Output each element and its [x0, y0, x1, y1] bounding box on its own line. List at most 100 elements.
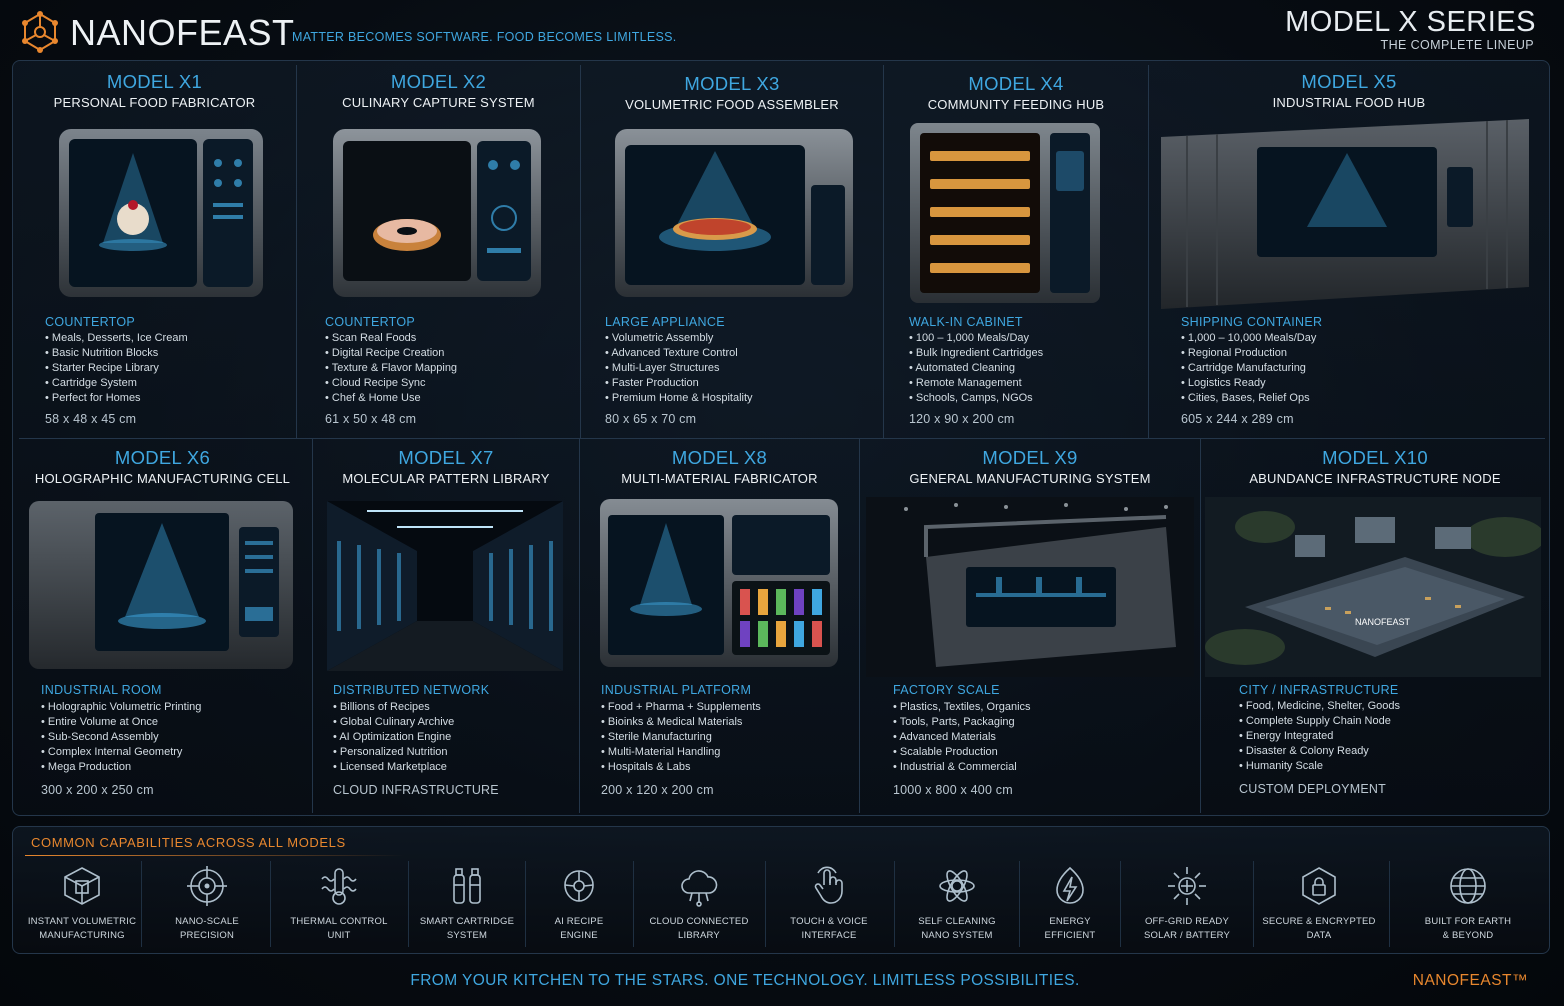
thermal-wave-icon	[321, 868, 357, 905]
model-dimensions: 80 x 65 x 70 cm	[605, 412, 697, 426]
precision-target-icon	[187, 866, 227, 906]
list-item: Cities, Bases, Relief Ops	[1181, 391, 1316, 406]
capability-label: AI RECIPE ENGINE	[554, 916, 604, 941]
feature-list: Scan Real Foods Digital Recipe Creation …	[325, 331, 457, 406]
nano-cleaning-icon	[939, 870, 975, 902]
capability-label: ENERGY EFFICIENT	[1044, 916, 1096, 941]
list-item: Entire Volume at Once	[41, 715, 201, 730]
footer-brand: NANOFEAST™	[1412, 972, 1528, 989]
capability-label: BUILT FOR EARTH & BEYOND	[1424, 916, 1512, 941]
model-title: MODEL X8	[671, 447, 768, 468]
list-item: AI Optimization Engine	[333, 730, 454, 745]
model-subtitle: CULINARY CAPTURE SYSTEM	[342, 95, 535, 110]
model-card-x5[interactable]: MODEL X5 INDUSTRIAL FOOD HUB SHIPPING CO…	[1149, 61, 1549, 438]
list-item: Digital Recipe Creation	[325, 346, 457, 361]
list-item: Mega Production	[41, 760, 201, 775]
list-item: 1,000 – 10,000 Meals/Day	[1181, 331, 1316, 346]
model-dimensions: CLOUD INFRASTRUCTURE	[333, 783, 499, 797]
list-item: Licensed Marketplace	[333, 760, 454, 775]
list-item: Advanced Texture Control	[605, 346, 753, 361]
model-dimensions: 605 x 244 x 289 cm	[1181, 412, 1294, 426]
walk-in-cabinet-trays-image	[910, 123, 1100, 303]
list-item: Complete Supply Chain Node	[1239, 714, 1400, 729]
feature-list: 1,000 – 10,000 Meals/Day Regional Produc…	[1181, 331, 1316, 406]
capability-label: INSTANT VOLUMETRIC MANUFACTURING	[27, 916, 137, 941]
model-card-x8[interactable]: MODEL X8 MULTI-MATERIAL FABRICATOR INDUS…	[580, 439, 859, 813]
list-item: Global Culinary Archive	[333, 715, 454, 730]
model-title: MODEL X4	[968, 73, 1064, 94]
capability-item[interactable]: INSTANT VOLUMETRIC MANUFACTURING	[21, 859, 143, 949]
server-corridor-image	[327, 501, 563, 671]
capability-item[interactable]: SECURE & ENCRYPTED DATA	[1254, 859, 1384, 949]
model-title: MODEL X9	[982, 447, 1078, 468]
list-item: Bulk Ingredient Cartridges	[909, 346, 1043, 361]
list-item: Scalable Production	[893, 745, 1031, 760]
model-dimensions: 61 x 50 x 48 cm	[325, 412, 417, 426]
large-appliance-pizza-image	[615, 129, 853, 297]
energy-bolt-icon	[1056, 866, 1084, 904]
capability-item[interactable]: OFF-GRID READY SOLAR / BATTERY	[1121, 859, 1253, 949]
list-item: Regional Production	[1181, 346, 1316, 361]
brand-name: NANOFEAST	[70, 12, 295, 53]
feature-list: Billions of Recipes Global Culinary Arch…	[333, 700, 454, 775]
model-subtitle: ABUNDANCE INFRASTRUCTURE NODE	[1249, 471, 1501, 486]
model-dimensions: 58 x 48 x 45 cm	[45, 412, 137, 426]
capability-item[interactable]: SELF CLEANING NANO SYSTEM	[895, 859, 1019, 949]
countertop-fabricator-sundae-image	[59, 129, 263, 297]
list-item: Premium Home & Hospitality	[605, 391, 753, 406]
model-subtitle: MULTI-MATERIAL FABRICATOR	[621, 471, 818, 486]
capability-item[interactable]: SMART CARTRIDGE SYSTEM	[409, 859, 525, 949]
capability-item[interactable]: BUILT FOR EARTH & BEYOND	[1390, 859, 1546, 949]
list-item: Volumetric Assembly	[605, 331, 753, 346]
model-card-x3[interactable]: MODEL X3 VOLUMETRIC FOOD ASSEMBLER LARGE…	[581, 61, 883, 438]
volumetric-cube-icon	[64, 867, 100, 905]
capability-item[interactable]: ENERGY EFFICIENT	[1020, 859, 1120, 949]
model-subtitle: MOLECULAR PATTERN LIBRARY	[342, 471, 550, 486]
model-category: COUNTERTOP	[45, 315, 136, 329]
list-item: Automated Cleaning	[909, 361, 1043, 376]
multi-material-fabricator-image	[600, 499, 838, 667]
list-item: Personalized Nutrition	[333, 745, 454, 760]
city-infrastructure-aerial-image: NANOFEAST	[1205, 497, 1541, 677]
model-card-x6[interactable]: MODEL X6 HOLOGRAPHIC MANUFACTURING CELL …	[13, 439, 312, 813]
header: NANOFEAST MATTER BECOMES SOFTWARE. FOOD …	[0, 0, 1564, 60]
list-item: Holographic Volumetric Printing	[41, 700, 201, 715]
capability-item[interactable]: THERMAL CONTROL UNIT	[271, 859, 407, 949]
list-item: Humanity Scale	[1239, 759, 1400, 774]
model-category: DISTRIBUTED NETWORK	[333, 683, 490, 697]
feature-list: Holographic Volumetric Printing Entire V…	[41, 700, 201, 775]
capability-label: SELF CLEANING NANO SYSTEM	[918, 916, 996, 941]
capability-label: SMART CARTRIDGE SYSTEM	[419, 916, 515, 941]
list-item: Cartridge Manufacturing	[1181, 361, 1316, 376]
factory-floor-system-image	[866, 497, 1194, 677]
list-item: Chef & Home Use	[325, 391, 457, 406]
capability-label: OFF-GRID READY SOLAR / BATTERY	[1143, 916, 1231, 941]
feature-list: Food, Medicine, Shelter, Goods Complete …	[1239, 699, 1400, 774]
model-subtitle: GENERAL MANUFACTURING SYSTEM	[909, 471, 1151, 486]
model-card-x7[interactable]: MODEL X7 MOLECULAR PATTERN LIBRARY DISTR…	[313, 439, 579, 813]
model-card-x9[interactable]: MODEL X9 GENERAL MANUFACTURING SYSTEM FA…	[860, 439, 1200, 813]
capability-item[interactable]: CLOUD CONNECTED LIBRARY	[634, 859, 764, 949]
series-title: MODEL X SERIES	[1285, 6, 1536, 38]
capabilities-rule	[25, 855, 405, 856]
capability-item[interactable]: AI RECIPE ENGINE	[526, 859, 632, 949]
capability-item[interactable]: NANO-SCALE PRECISION	[143, 859, 271, 949]
model-card-x10[interactable]: MODEL X10 ABUNDANCE INFRASTRUCTURE NODE …	[1201, 439, 1549, 813]
list-item: Meals, Desserts, Ice Cream	[45, 331, 188, 346]
list-item: Perfect for Homes	[45, 391, 188, 406]
series-subtitle: THE COMPLETE LINEUP	[1380, 38, 1534, 52]
feature-list: Plastics, Textiles, Organics Tools, Part…	[893, 700, 1031, 775]
model-card-x1[interactable]: MODEL X1 PERSONAL FOOD FABRICATOR COUNTE…	[13, 61, 296, 438]
countertop-scanner-donut-image	[333, 129, 541, 297]
model-card-x2[interactable]: MODEL X2 CULINARY CAPTURE SYSTEM COUNTER…	[297, 61, 580, 438]
capability-item[interactable]: TOUCH & VOICE INTERFACE	[766, 859, 892, 949]
model-card-x4[interactable]: MODEL X4 COMMUNITY FEEDING HUB WALK-IN C…	[884, 61, 1148, 438]
model-grid: MODEL X1 PERSONAL FOOD FABRICATOR COUNTE…	[12, 60, 1550, 816]
infrastructure-logo: NANOFEAST	[1355, 617, 1411, 627]
model-category: FACTORY SCALE	[893, 683, 1000, 697]
solar-sun-icon	[1168, 867, 1206, 905]
list-item: Tools, Parts, Packaging	[893, 715, 1031, 730]
capabilities-panel: COMMON CAPABILITIES ACROSS ALL MODELS IN…	[12, 826, 1550, 954]
model-dimensions: 120 x 90 x 200 cm	[909, 412, 1015, 426]
list-item: Starter Recipe Library	[45, 361, 188, 376]
